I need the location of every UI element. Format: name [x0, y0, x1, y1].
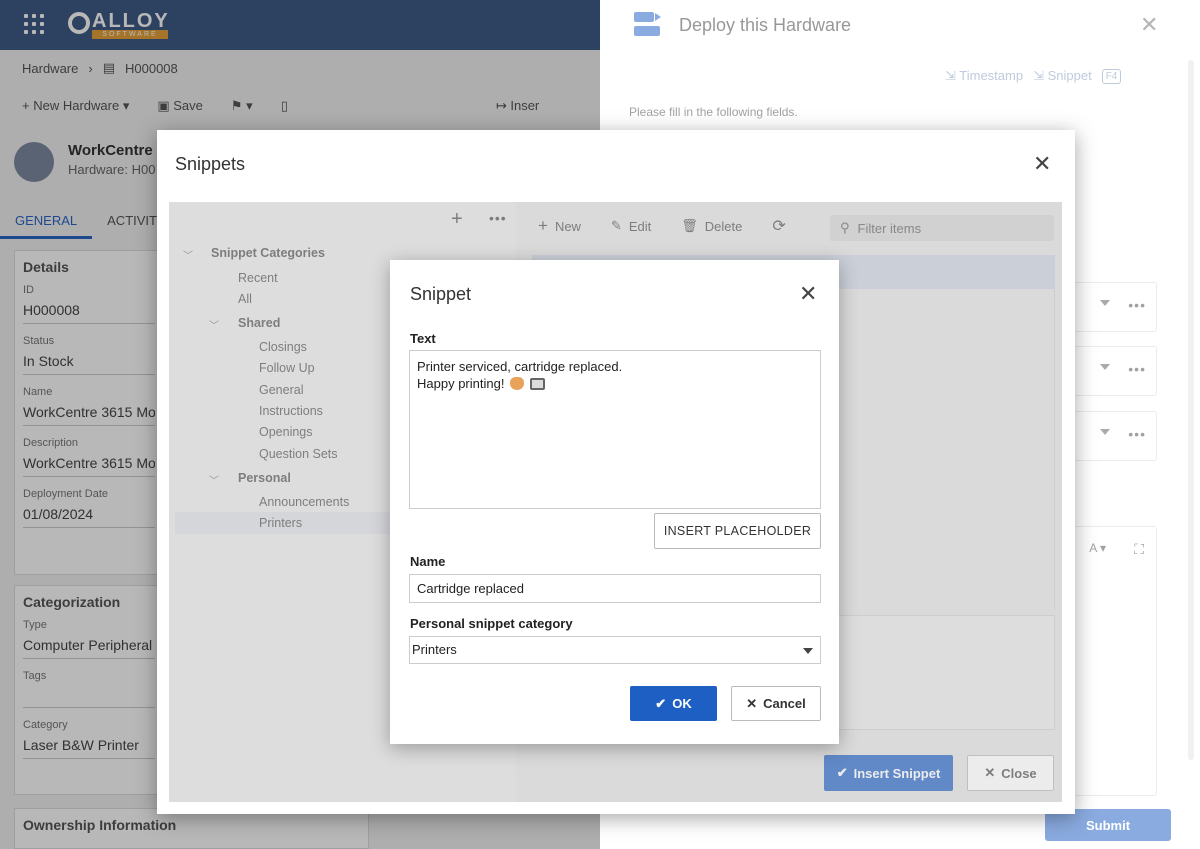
dialog-title: Snippet [410, 284, 472, 304]
snippets-title: Snippets [175, 154, 246, 174]
check-icon: ✔ [655, 695, 667, 711]
name-input[interactable]: Cartridge replaced [409, 574, 821, 603]
category-select[interactable]: Printers [409, 636, 821, 664]
snippets-close-icon[interactable]: ✕ [1033, 153, 1051, 175]
text-label: Text [410, 331, 436, 346]
snippet-dialog: Snippet ✕ Text Printer serviced, cartrid… [390, 260, 839, 744]
category-selected-value: Printers [412, 642, 457, 657]
caret-down-icon [803, 648, 813, 654]
printer-emoji-icon [529, 378, 545, 390]
close-icon: ✕ [746, 695, 758, 711]
ok-button[interactable]: ✔ OK [630, 686, 717, 721]
name-label: Name [410, 554, 446, 569]
dialog-close-icon[interactable]: ✕ [799, 283, 817, 305]
cancel-button[interactable]: ✕ Cancel [731, 686, 821, 721]
text-textarea[interactable]: Printer serviced, cartridge replaced. Ha… [409, 350, 821, 509]
dog-emoji-icon [510, 377, 525, 390]
insert-placeholder-button[interactable]: INSERT PLACEHOLDER [654, 513, 821, 549]
category-label: Personal snippet category [410, 616, 573, 631]
